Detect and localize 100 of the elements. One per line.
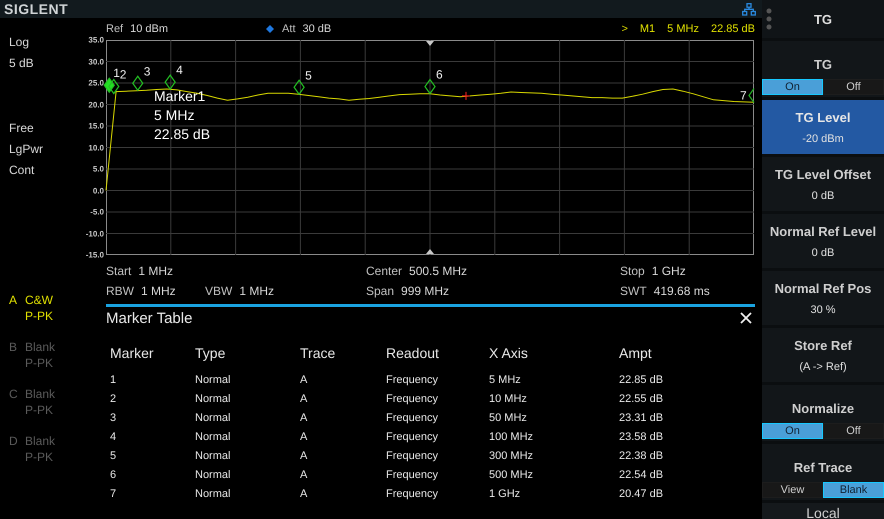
table-cell-text: 23.58 dB — [619, 430, 664, 444]
axis-tick-label: -10.0 — [86, 229, 104, 238]
setting-text: Free — [9, 121, 35, 137]
ref-value: 10 dBm — [130, 23, 168, 35]
softkey-button[interactable]: TG Level Offset 0 dB — [762, 157, 884, 211]
softkey-button[interactable]: Normal Ref Level 0 dB — [762, 214, 884, 268]
softkey-button[interactable]: TG Level -20 dBm — [762, 100, 884, 154]
status-text: Local — [806, 505, 840, 519]
swt-label: SWT — [620, 284, 647, 298]
table-cell-text: Frequency — [386, 430, 439, 444]
axis-tick-label: 30.0 — [88, 57, 104, 66]
rbw-value: 1 MHz — [141, 284, 176, 298]
softkey-value: 30 % — [810, 304, 836, 316]
softkey-value: -20 dBm — [802, 132, 844, 144]
table-cell-text: 100 MHz — [489, 430, 534, 444]
span-label: Span — [366, 284, 394, 298]
table-cell-text: Normal — [195, 430, 232, 444]
axis-tick-label: -15.0 — [86, 250, 104, 260]
table-cell-text: 5 MHz — [489, 372, 522, 388]
table-cell-text: 1 — [110, 372, 118, 388]
table-cell-text: 7 — [110, 486, 118, 502]
softkey-label: TG — [814, 57, 832, 72]
table-cell-text: 22.55 dB — [619, 392, 664, 406]
table-cell-text: A — [300, 448, 308, 464]
table-cell-text: 1 GHz — [489, 486, 522, 502]
axis-tick-label: 10.0 — [88, 143, 104, 152]
table-cell-text: 500 MHz — [489, 468, 534, 482]
span-value: 999 MHz — [401, 284, 450, 298]
toggle-option[interactable]: View — [762, 482, 823, 498]
table-cell-text: Normal — [195, 486, 232, 502]
table-cell-text: 6 — [110, 468, 118, 482]
softkey-label: Ref Trace — [794, 460, 852, 475]
trace-letter: D — [9, 433, 19, 449]
swt-value: 419.68 ms — [654, 284, 710, 298]
toggle-option[interactable]: Off — [823, 79, 884, 95]
table-cell-text: 22.85 dB — [619, 372, 664, 388]
start-value: 1 MHz — [138, 264, 174, 278]
table-cell-text: Normal — [195, 410, 232, 426]
axis-tick-label: 25.0 — [88, 78, 104, 88]
axis-tick-label: 5.0 — [92, 164, 104, 174]
toggle-option[interactable]: Blank — [823, 482, 884, 498]
marker-number: 6 — [436, 68, 443, 82]
column-header: Type — [195, 345, 226, 363]
column-header: Ampt — [619, 345, 653, 363]
softkey-label: Store Ref — [794, 338, 852, 352]
table-cell-text: A — [300, 468, 308, 482]
table-cell-text: 4 — [110, 430, 118, 444]
table-cell-text: A — [300, 392, 308, 406]
att-label: Att — [282, 23, 296, 35]
table-cell-text: 50 MHz — [489, 410, 528, 426]
toggle-option[interactable]: Off — [823, 423, 884, 439]
axis-tick-label: -5.0 — [90, 208, 104, 216]
trace-detector: P-PK — [25, 308, 54, 324]
readout-arrow: > — [621, 23, 628, 35]
marker-amplitude: 22.85 dB — [154, 126, 210, 142]
axis-tick-label: 15.0 — [88, 122, 104, 130]
table-cell-text: 2 — [110, 392, 118, 406]
table-cell-text: 300 MHz — [489, 448, 534, 464]
marker-number: 1 — [113, 66, 120, 80]
softkey-label: Normal Ref Level — [770, 224, 876, 238]
marker-name: Marker1 — [154, 88, 206, 104]
table-cell-text: Normal — [195, 372, 232, 388]
center-marker-icon — [426, 41, 434, 46]
table-cell-text: Frequency — [386, 468, 439, 482]
brand-logo: SIGLENT — [4, 1, 68, 17]
softkey-value: 0 dB — [812, 190, 834, 202]
marker-number: 4 — [176, 63, 183, 78]
trace-detector: P-PK — [25, 402, 54, 418]
scale-type: Log — [9, 35, 30, 51]
axis-tick-label: 35.0 — [88, 36, 104, 44]
marker-number: 7 — [740, 88, 747, 102]
table-cell-text: Frequency — [386, 372, 439, 388]
table-cell-text: Frequency — [386, 486, 439, 502]
marker-number: 3 — [144, 64, 150, 78]
readout-amplitude: 22.85 dB — [710, 23, 755, 35]
table-cell-text: Normal — [195, 448, 232, 464]
close-icon[interactable] — [740, 312, 752, 324]
marker-frequency: 5 MHz — [154, 107, 196, 123]
toggle-option[interactable]: On — [762, 423, 823, 439]
cross-icon — [462, 91, 470, 100]
table-cell-text: Normal — [195, 468, 232, 482]
softkey-button[interactable]: Normal Ref Pos 30 % — [762, 271, 884, 325]
softkey-button[interactable]: Store Ref (A -> Ref) — [762, 328, 884, 382]
setting-text: LgPwr — [9, 142, 44, 158]
softkey-label: TG Level — [796, 110, 850, 124]
axis-tick-label: 0.0 — [92, 186, 104, 195]
menu-title: TG — [814, 12, 832, 26]
column-header: Marker — [110, 345, 155, 363]
toggle-option[interactable]: On — [762, 79, 823, 95]
axis-tick-label: 20.0 — [88, 100, 104, 109]
readout-frequency: 5 MHz — [667, 23, 699, 35]
network-icon — [742, 2, 756, 16]
table-cell-text: 22.38 dB — [619, 448, 664, 464]
table-cell-text: 22.54 dB — [619, 468, 664, 482]
table-cell-text: Frequency — [386, 448, 439, 464]
table-title: Marker Table — [106, 310, 192, 326]
softkey-label: Normalize — [792, 401, 854, 416]
softkey-value: (A -> Ref) — [799, 360, 847, 372]
table-cell-text: A — [300, 410, 308, 426]
vbw-label: VBW — [205, 284, 232, 298]
